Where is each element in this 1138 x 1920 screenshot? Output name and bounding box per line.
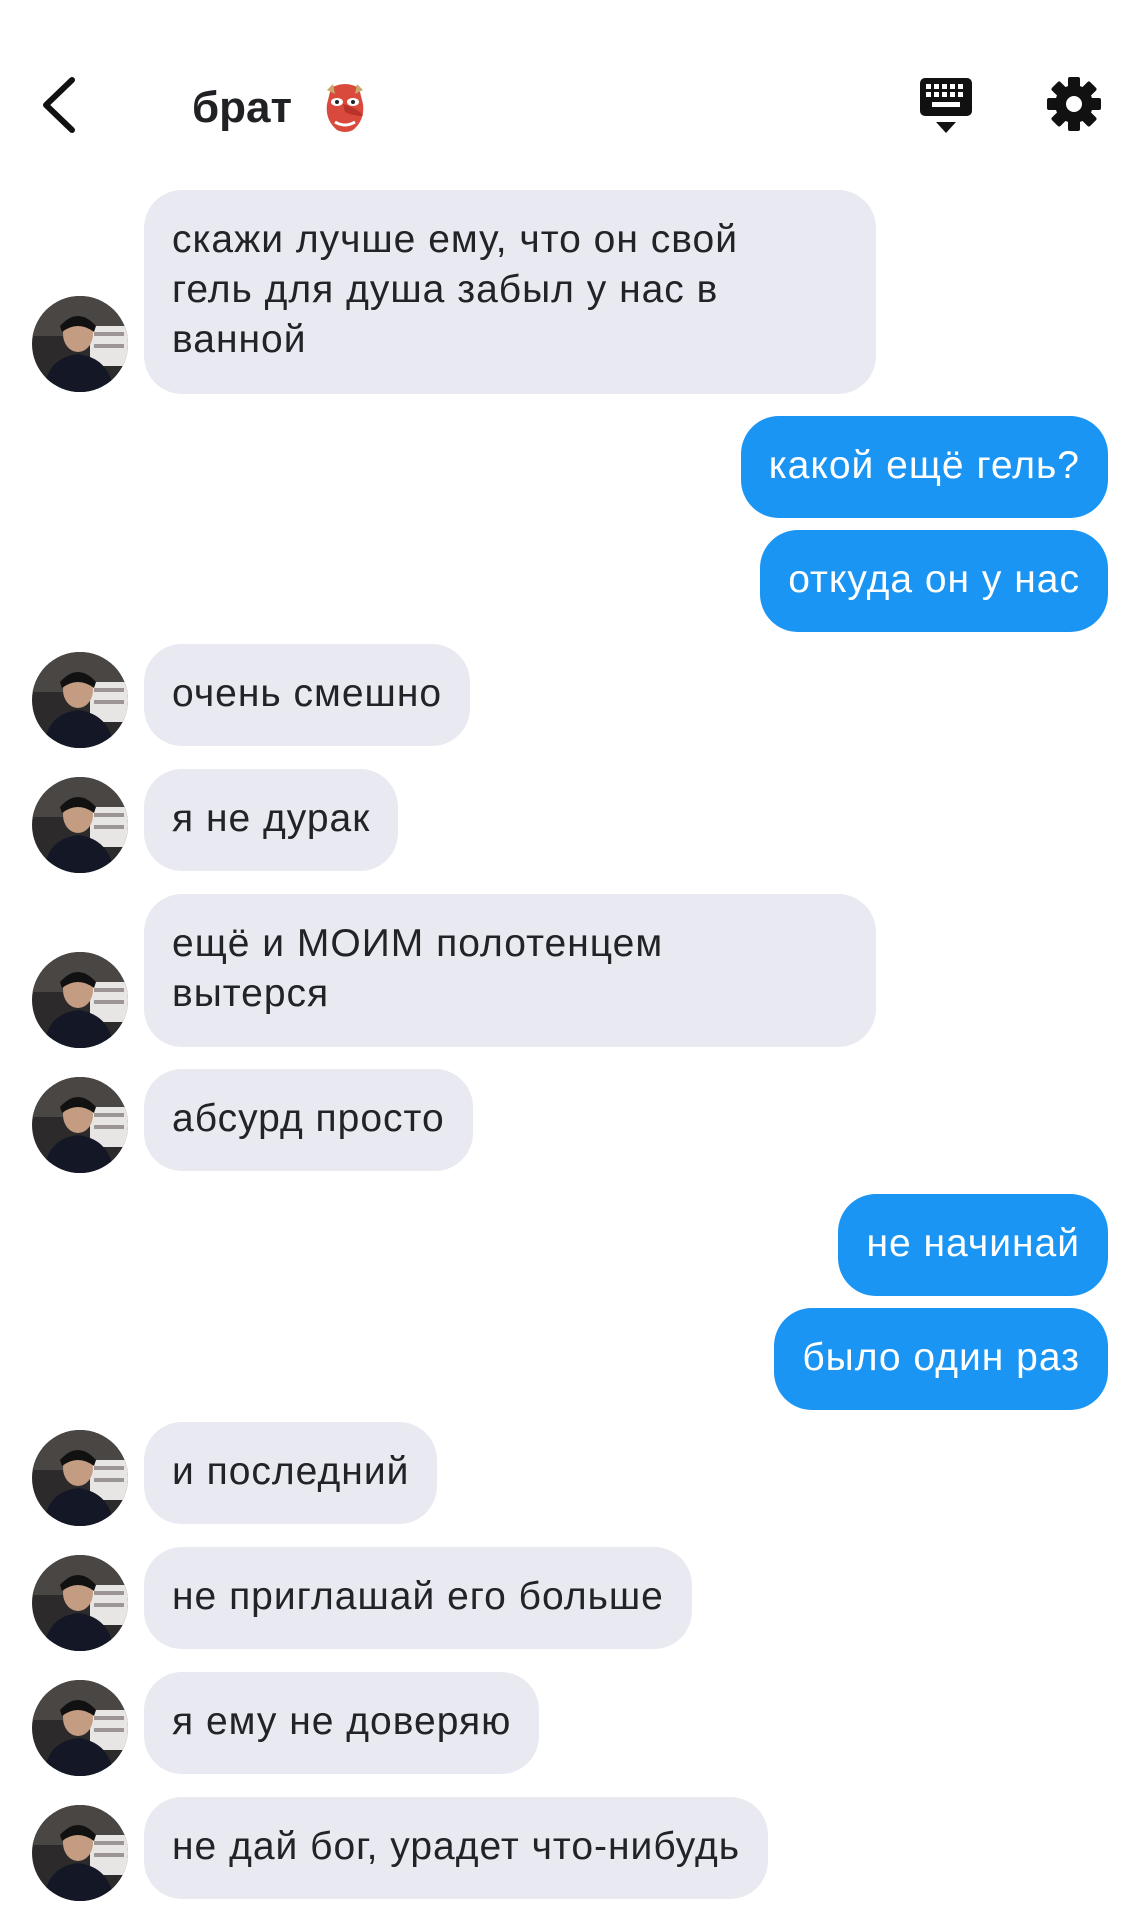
goblin-mask-icon (326, 84, 364, 132)
message-bubble-incoming[interactable]: ещё и МОИМ полотенцем вытерся (144, 894, 876, 1047)
message-bubble-incoming[interactable]: я не дурак (144, 769, 399, 871)
keyboard-toggle-button[interactable] (918, 76, 974, 136)
chat-title[interactable]: брат (192, 80, 292, 136)
avatar[interactable] (32, 1805, 128, 1901)
avatar[interactable] (32, 296, 128, 392)
message-bubble-incoming[interactable]: я ему не доверяю (144, 1672, 540, 1774)
message-bubble-outgoing[interactable]: какой ещё гель? (740, 416, 1108, 518)
message-bubble-incoming[interactable]: и последний (144, 1422, 438, 1524)
message-bubble-outgoing[interactable]: не начинай (838, 1194, 1108, 1296)
avatar[interactable] (32, 1077, 128, 1173)
avatar[interactable] (32, 1430, 128, 1526)
avatar[interactable] (32, 952, 128, 1048)
avatar[interactable] (32, 1680, 128, 1776)
message-bubble-incoming[interactable]: не приглашай его больше (144, 1547, 692, 1649)
back-button[interactable] (36, 70, 96, 140)
chevron-left-icon (43, 77, 75, 133)
avatar[interactable] (32, 652, 128, 748)
chat-header: брат (0, 0, 1138, 190)
gear-icon (1047, 77, 1101, 131)
message-bubble-outgoing[interactable]: откуда он у нас (760, 530, 1108, 632)
keyboard-hide-icon (920, 78, 972, 133)
message-bubble-incoming[interactable]: скажи лучше ему, что он свой гель для ду… (144, 190, 876, 394)
avatar[interactable] (32, 777, 128, 873)
settings-button[interactable] (1046, 76, 1102, 132)
avatar[interactable] (32, 1555, 128, 1651)
message-bubble-incoming[interactable]: абсурд просто (144, 1069, 473, 1171)
message-bubble-incoming[interactable]: не дай бог, урадет что-нибудь (144, 1797, 769, 1899)
message-bubble-outgoing[interactable]: было один раз (774, 1308, 1108, 1410)
message-bubble-incoming[interactable]: очень смешно (144, 644, 471, 746)
